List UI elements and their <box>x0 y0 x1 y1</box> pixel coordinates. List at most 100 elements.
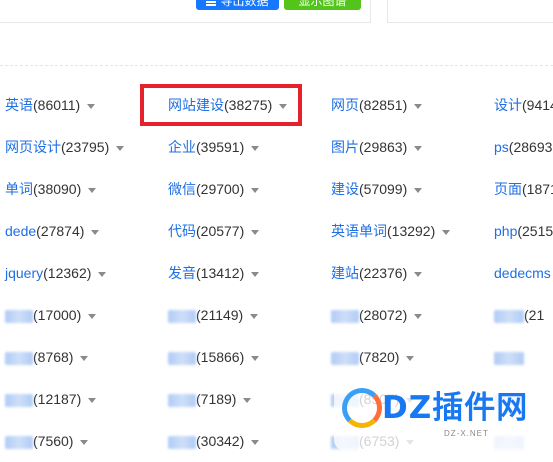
keyword-item[interactable]: 网页(82851) <box>331 84 423 126</box>
keyword-item[interactable]: (12187) <box>5 378 97 420</box>
keyword-item[interactable]: (21149) <box>168 294 259 336</box>
caret-down-icon[interactable] <box>414 103 423 109</box>
keyword-count: (13292) <box>387 223 436 239</box>
keyword-item[interactable]: jquery(12362) <box>5 252 107 294</box>
keyword-count: (21149) <box>196 307 244 323</box>
watermark-title: DZ插件网 <box>382 390 529 426</box>
caret-down-icon[interactable] <box>250 313 259 319</box>
keyword-name[interactable]: 英语 <box>5 97 33 113</box>
caret-down-icon[interactable] <box>414 313 423 319</box>
caret-down-icon[interactable] <box>406 355 415 361</box>
keyword-count: (12187) <box>33 391 82 407</box>
caret-down-icon[interactable] <box>414 271 423 277</box>
keyword-item[interactable]: 单词(38090) <box>5 168 97 210</box>
keyword-name[interactable]: 网页 <box>331 97 359 113</box>
keyword-count: (23795) <box>61 139 110 155</box>
keyword-name[interactable]: 代码 <box>168 223 196 239</box>
keyword-item[interactable]: (7189) <box>168 378 252 420</box>
keyword-item[interactable]: 建设(57099) <box>331 168 423 210</box>
keyword-name[interactable]: 设计 <box>494 97 522 113</box>
keyword-name[interactable]: 建站 <box>331 265 359 281</box>
keyword-name[interactable]: 建设 <box>331 181 359 197</box>
caret-down-icon[interactable] <box>80 439 89 445</box>
watermark: DZ插件网 DZ-X.NET <box>334 378 553 450</box>
keyword-item[interactable]: 网页设计(23795) <box>5 126 125 168</box>
export-button[interactable]: 导出数据 <box>196 0 279 10</box>
blurred-keyword <box>5 309 33 323</box>
keyword-count: (21 <box>524 307 545 323</box>
keyword-item[interactable]: (17000) <box>5 294 97 336</box>
keyword-name[interactable]: 网页设计 <box>5 139 61 155</box>
caret-down-icon[interactable] <box>251 229 260 235</box>
keyword-count: (2515 <box>517 223 553 239</box>
blurred-keyword <box>168 309 196 323</box>
caret-down-icon[interactable] <box>251 187 260 193</box>
show-graph-button[interactable]: 显示图谱 <box>284 0 361 10</box>
keyword-count: (8768) <box>33 349 74 365</box>
keyword-item[interactable]: 图片(29863) <box>331 126 423 168</box>
caret-down-icon[interactable] <box>442 229 451 235</box>
keyword-item[interactable]: 企业(39591) <box>168 126 260 168</box>
keyword-item[interactable]: 微信(29700) <box>168 168 260 210</box>
keyword-item[interactable]: 建站(22376) <box>331 252 423 294</box>
caret-down-icon[interactable] <box>87 103 96 109</box>
watermark-subtitle: DZ-X.NET <box>444 429 489 438</box>
caret-down-icon[interactable] <box>91 229 100 235</box>
caret-down-icon[interactable] <box>88 187 97 193</box>
keyword-name[interactable]: dede <box>5 223 36 239</box>
keyword-item[interactable]: 英语(86011) <box>5 84 96 126</box>
caret-down-icon[interactable] <box>251 145 260 151</box>
keyword-count: (57099) <box>359 181 408 197</box>
list-icon <box>206 0 217 3</box>
keyword-count: (7189) <box>196 391 237 407</box>
keyword-item[interactable]: 代码(20577) <box>168 210 260 252</box>
keyword-name[interactable]: 微信 <box>168 181 196 197</box>
caret-down-icon[interactable] <box>251 355 260 361</box>
caret-down-icon[interactable] <box>116 145 125 151</box>
keyword-item[interactable]: 页面(1871 <box>494 168 553 210</box>
keyword-name[interactable]: jquery <box>5 265 43 281</box>
keyword-item[interactable]: (30342) <box>168 420 260 462</box>
keyword-item[interactable]: dedecms <box>494 252 551 294</box>
keyword-item[interactable] <box>494 336 524 378</box>
caret-down-icon[interactable] <box>88 397 97 403</box>
keyword-name[interactable]: 英语单词 <box>331 223 387 239</box>
keyword-item[interactable]: 设计(9414 <box>494 84 553 126</box>
keyword-item[interactable]: (7560) <box>5 420 89 462</box>
keyword-name[interactable]: 发音 <box>168 265 196 281</box>
keyword-item[interactable]: (8768) <box>5 336 89 378</box>
keyword-name[interactable]: 单词 <box>5 181 33 197</box>
caret-down-icon[interactable] <box>98 271 107 277</box>
keyword-item[interactable]: 英语单词(13292) <box>331 210 451 252</box>
keyword-count: (30342) <box>196 433 245 449</box>
keyword-item[interactable]: (21 <box>494 294 544 336</box>
keyword-name[interactable]: 页面 <box>494 181 522 197</box>
keyword-item[interactable]: ps(28693 <box>494 126 552 168</box>
keyword-item[interactable]: dede(27874) <box>5 210 100 252</box>
caret-down-icon[interactable] <box>251 439 260 445</box>
keyword-name[interactable]: 图片 <box>331 139 359 155</box>
keyword-item[interactable]: (28072) <box>331 294 423 336</box>
section-divider <box>0 65 553 66</box>
blurred-keyword <box>494 351 524 365</box>
caret-down-icon[interactable] <box>243 397 252 403</box>
keyword-name[interactable]: ps <box>494 139 509 155</box>
keyword-item[interactable]: (15866) <box>168 336 260 378</box>
keyword-name[interactable]: php <box>494 223 517 239</box>
caret-down-icon[interactable] <box>88 313 97 319</box>
highlight-box <box>140 84 302 126</box>
caret-down-icon[interactable] <box>80 355 89 361</box>
caret-down-icon[interactable] <box>414 187 423 193</box>
caret-down-icon[interactable] <box>414 145 423 151</box>
keyword-name[interactable]: dedecms <box>494 265 551 281</box>
keyword-count: (7560) <box>33 433 74 449</box>
keyword-name[interactable]: 企业 <box>168 139 196 155</box>
keyword-item[interactable]: 发音(13412) <box>168 252 260 294</box>
caret-down-icon[interactable] <box>251 271 260 277</box>
blurred-keyword <box>168 393 196 407</box>
blurred-keyword <box>168 435 196 449</box>
blurred-keyword <box>5 351 33 365</box>
keyword-count: (82851) <box>359 97 408 113</box>
keyword-item[interactable]: php(2515 <box>494 210 553 252</box>
keyword-item[interactable]: (7820) <box>331 336 415 378</box>
